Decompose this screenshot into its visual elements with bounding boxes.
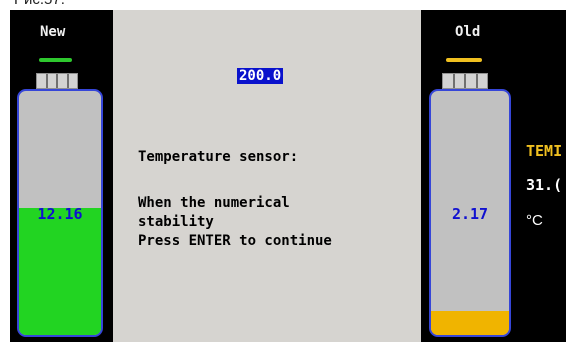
temp-value: 31.( [526,176,563,194]
dialog-message: When the numerical stability Press ENTER… [138,195,332,249]
temp-label: TEMI [526,142,563,160]
old-battery-fill [431,310,509,335]
figure-caption: Рис.57. [14,0,65,8]
new-battery: 12.16 [17,89,103,337]
new-battery-cap [36,73,78,89]
old-battery: 2.17 [429,89,511,337]
temp-unit: °C [526,212,543,229]
new-indicator-bar [39,58,72,62]
device-screen: New 12.16 200.0 Temperature sensor: When… [10,10,566,342]
dialog-heading: Temperature sensor: [138,149,299,165]
old-battery-cap [442,73,488,89]
old-column-title: Old [455,24,481,40]
new-column-title: New [40,24,66,40]
setpoint-value[interactable]: 200.0 [237,68,284,84]
old-indicator-bar [446,58,482,62]
calibration-dialog: 200.0 Temperature sensor: When the numer… [113,10,421,342]
new-battery-value: 12.16 [37,205,83,223]
new-battery-fill [19,208,101,335]
old-battery-value: 2.17 [451,205,489,223]
